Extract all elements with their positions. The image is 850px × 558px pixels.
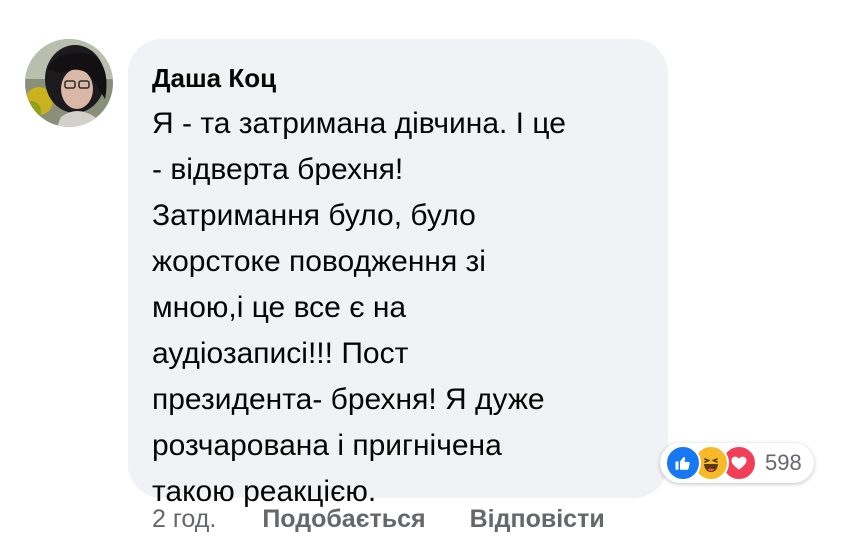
like-button[interactable]: Подобається [262,505,425,534]
reactions-summary[interactable]: 598 [660,443,814,483]
comment-line: розчарована і пригнічена [152,429,502,462]
reply-button[interactable]: Відповісти [470,505,605,534]
like-icon [665,445,701,481]
comment-text: Я - та затримана дівчина. І це - відверт… [152,101,640,515]
comment-bubble: Даша Коц Я - та затримана дівчина. І це … [128,39,668,508]
comment-line: - відверта брехня! [152,153,404,186]
comment-timestamp[interactable]: 2 год. [152,505,216,534]
comment-actions: 2 год. Подобається Відповісти [152,505,649,534]
profile-photo [25,39,113,127]
comment-line: аудіозаписі!!! Пост [152,337,409,370]
comment-line: мною,і це все є на [152,291,407,324]
comment-line: президента- брехня! Я дуже [152,383,545,416]
comment-line: Затримання було, було [152,199,476,232]
comment-author[interactable]: Даша Коц [152,61,640,95]
comment-line: жорстоке поводження зі [152,245,486,278]
comment-line: Я - та затримана дівчина. І це [152,107,566,140]
reaction-count: 598 [765,450,802,475]
avatar[interactable] [25,39,113,127]
